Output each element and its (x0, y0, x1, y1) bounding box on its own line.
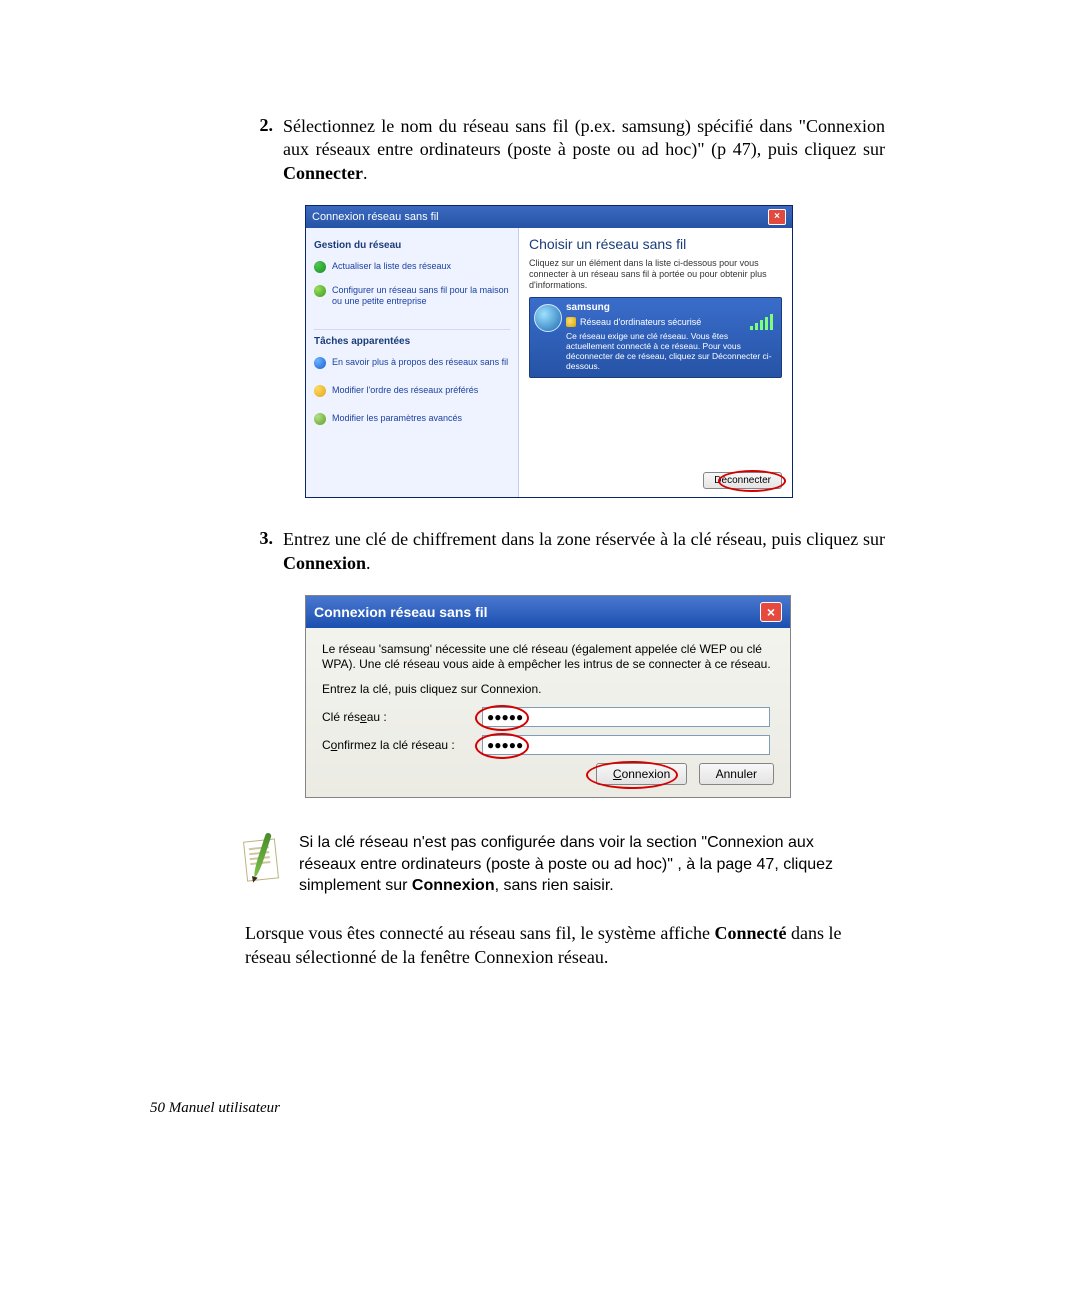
learn-more-link[interactable]: En savoir plus à propos des réseaux sans… (314, 357, 510, 369)
star-icon (314, 385, 326, 397)
step2-text-b: . (363, 163, 368, 183)
dialog2-title-text: Connexion réseau sans fil (314, 604, 488, 620)
network-name: samsung (566, 302, 775, 313)
dialog1-titlebar: Connexion réseau sans fil × (306, 206, 792, 228)
adhoc-network-icon (534, 304, 562, 332)
network-type: Réseau d'ordinateurs sécurisé (580, 317, 701, 327)
label2-post: nfirmez la clé réseau : (337, 738, 454, 752)
close-icon[interactable]: × (760, 602, 782, 622)
network-key-label: Clé réseau : (322, 710, 482, 724)
confirm-key-label: Confirmez la clé réseau : (322, 738, 482, 752)
step2-number: 2. (245, 115, 283, 185)
network-key-value: ●●●●● (487, 710, 523, 724)
final-t1: Lorsque vous êtes connecté au réseau san… (245, 923, 715, 943)
dialog1-sidebar: Gestion du réseau Actualiser la liste de… (306, 228, 519, 497)
network-item-samsung[interactable]: samsung Réseau d'ordinateurs sécurisé Ce… (529, 297, 782, 379)
step3-text-a: Entrez une clé de chiffrement dans la zo… (283, 529, 885, 549)
final-bold: Connecté (715, 923, 787, 943)
choose-network-heading: Choisir un réseau sans fil (529, 236, 782, 252)
note-icon (241, 834, 281, 886)
advanced-settings-link[interactable]: Modifier les paramètres avancés (314, 413, 510, 425)
sidebar-heading-2: Tâches apparentées (314, 329, 510, 347)
dialog1-main: Choisir un réseau sans fil Cliquez sur u… (519, 228, 792, 497)
refresh-icon (314, 261, 326, 273)
gear-icon (314, 413, 326, 425)
learn-more-label: En savoir plus à propos des réseaux sans… (332, 357, 508, 368)
disconnect-button[interactable]: Déconnecter (703, 472, 782, 489)
setup-icon (314, 285, 326, 297)
refresh-networks-link[interactable]: Actualiser la liste des réseaux (314, 261, 510, 273)
cancel-button[interactable]: Annuler (699, 763, 774, 785)
step3-number: 3. (245, 528, 283, 575)
setup-network-link[interactable]: Configurer un réseau sans fil pour la ma… (314, 285, 510, 307)
connect-u: C (613, 767, 622, 781)
change-order-link[interactable]: Modifier l'ordre des réseaux préférés (314, 385, 510, 397)
note-t2: , sans rien saisir. (495, 877, 614, 894)
lock-icon (566, 317, 576, 327)
confirm-key-input[interactable]: ●●●●● (482, 735, 770, 755)
connect-button[interactable]: Connexion (596, 763, 687, 785)
label1-post: au : (367, 710, 387, 724)
dialog1-title-text: Connexion réseau sans fil (312, 211, 439, 223)
note-text: Si la clé réseau n'est pas configurée da… (299, 832, 859, 897)
label1-u: e (360, 710, 367, 724)
note-bold: Connexion (412, 877, 495, 894)
dialog2-para1: Le réseau 'samsung' nécessite une clé ré… (322, 642, 774, 672)
final-paragraph: Lorsque vous êtes connecté au réseau san… (245, 921, 885, 970)
wireless-list-dialog: Connexion réseau sans fil × Gestion du r… (305, 205, 793, 498)
label2-pre: C (322, 738, 331, 752)
step2-text: Sélectionnez le nom du réseau sans fil (… (283, 115, 885, 185)
confirm-key-value: ●●●●● (487, 738, 523, 752)
advanced-settings-label: Modifier les paramètres avancés (332, 413, 462, 424)
close-icon[interactable]: × (768, 209, 786, 225)
change-order-label: Modifier l'ordre des réseaux préférés (332, 385, 478, 396)
page-footer: 50 Manuel utilisateur (150, 1100, 280, 1117)
key-entry-dialog: Connexion réseau sans fil × Le réseau 's… (305, 595, 791, 798)
label1-pre: Clé rés (322, 710, 360, 724)
step3-bold: Connexion (283, 553, 366, 573)
refresh-networks-label: Actualiser la liste des réseaux (332, 261, 451, 272)
connect-post: onnexion (622, 767, 671, 781)
step2-bold: Connecter (283, 163, 363, 183)
choose-network-instr: Cliquez sur un élément dans la liste ci-… (529, 258, 782, 290)
network-detail: Ce réseau exige une clé réseau. Vous ête… (566, 331, 775, 372)
setup-network-label: Configurer un réseau sans fil pour la ma… (332, 285, 510, 307)
sidebar-heading-1: Gestion du réseau (314, 240, 510, 251)
dialog2-para2: Entrez la clé, puis cliquez sur Connexio… (322, 682, 774, 697)
step3-text: Entrez une clé de chiffrement dans la zo… (283, 528, 885, 575)
network-key-input[interactable]: ●●●●● (482, 707, 770, 727)
info-icon (314, 357, 326, 369)
note-block: Si la clé réseau n'est pas configurée da… (241, 832, 859, 897)
step2-text-a: Sélectionnez le nom du réseau sans fil (… (283, 116, 885, 159)
step3-text-b: . (366, 553, 371, 573)
signal-strength-icon (750, 314, 773, 330)
dialog2-titlebar: Connexion réseau sans fil × (306, 596, 790, 628)
